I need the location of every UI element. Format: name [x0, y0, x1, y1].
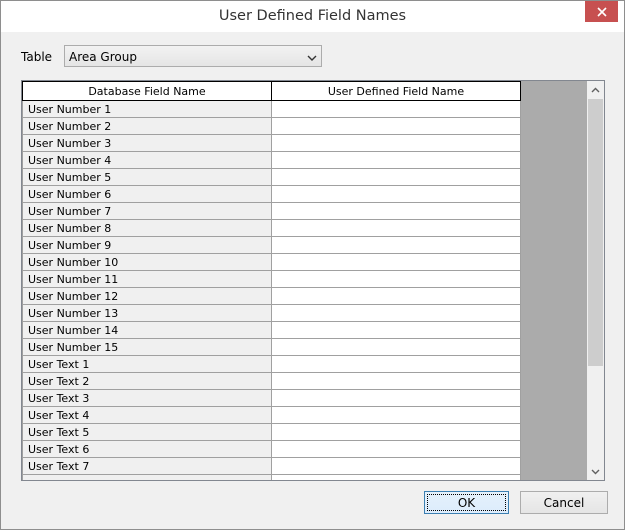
user-defined-field-name-cell[interactable] — [271, 270, 521, 288]
table-row: User Number 14 — [22, 321, 521, 339]
user-defined-field-name-cell[interactable] — [271, 134, 521, 152]
user-defined-field-name-cell[interactable] — [271, 219, 521, 237]
database-field-name-cell: User Number 4 — [22, 151, 272, 169]
user-defined-field-name-cell[interactable] — [271, 372, 521, 390]
user-defined-field-name-cell[interactable] — [271, 117, 521, 135]
user-defined-field-name-cell[interactable] — [271, 253, 521, 271]
user-defined-field-name-cell[interactable] — [271, 100, 521, 118]
table-row: User Number 2 — [22, 117, 521, 135]
table-row: User Text 3 — [22, 389, 521, 407]
close-icon — [596, 6, 607, 17]
database-field-name-cell: User Text 3 — [22, 389, 272, 407]
database-field-name-cell: User Text 5 — [22, 423, 272, 441]
user-defined-field-name-cell[interactable] — [271, 151, 521, 169]
table-row: User Number 13 — [22, 304, 521, 322]
user-defined-field-name-cell[interactable] — [271, 321, 521, 339]
field-names-grid: Database Field Name User Defined Field N… — [21, 80, 605, 481]
table-row: User Number 6 — [22, 185, 521, 203]
chevron-up-icon — [591, 83, 600, 96]
user-defined-field-name-cell[interactable] — [271, 457, 521, 475]
database-field-name-cell: User Number 7 — [22, 202, 272, 220]
user-defined-field-name-cell[interactable] — [271, 202, 521, 220]
user-defined-field-name-cell[interactable] — [271, 185, 521, 203]
vertical-scrollbar[interactable] — [587, 81, 604, 480]
table-row: User Number 11 — [22, 270, 521, 288]
user-defined-field-name-cell[interactable] — [271, 406, 521, 424]
cancel-button[interactable]: Cancel — [520, 491, 608, 514]
database-field-name-cell: User Number 2 — [22, 117, 272, 135]
table-label: Table — [21, 50, 53, 64]
table-row: User Text 6 — [22, 440, 521, 458]
grid-area: Database Field Name User Defined Field N… — [22, 81, 587, 480]
user-defined-field-name-cell[interactable] — [271, 474, 521, 480]
database-field-name-cell: User Text 1 — [22, 355, 272, 373]
table-select[interactable]: Area Group — [64, 45, 322, 67]
user-defined-field-name-cell[interactable] — [271, 168, 521, 186]
ok-button[interactable]: OK — [424, 491, 509, 514]
table-row: User Text 2 — [22, 372, 521, 390]
database-field-name-cell: User Number 12 — [22, 287, 272, 305]
table-row: User Text 4 — [22, 406, 521, 424]
table-select-value: Area Group — [69, 50, 137, 64]
user-defined-field-name-cell[interactable] — [271, 389, 521, 407]
database-field-name-cell: User Number 3 — [22, 134, 272, 152]
grid-header-row: Database Field Name User Defined Field N… — [22, 81, 521, 101]
scroll-up-button[interactable] — [587, 81, 604, 98]
cancel-button-label: Cancel — [543, 495, 585, 510]
table-row: User Text 7 — [22, 457, 521, 475]
database-field-name-cell: User Number 15 — [22, 338, 272, 356]
window-title: User Defined Field Names — [218, 8, 407, 24]
table-row: User Number 8 — [22, 219, 521, 237]
database-field-name-cell: User Number 9 — [22, 236, 272, 254]
user-defined-field-name-cell[interactable] — [271, 338, 521, 356]
table-row: User Text 1 — [22, 355, 521, 373]
database-field-name-cell: User Text 4 — [22, 406, 272, 424]
table-row: User Number 1 — [22, 100, 521, 118]
user-defined-field-name-cell[interactable] — [271, 423, 521, 441]
table-row: User Number 7 — [22, 202, 521, 220]
database-field-name-cell: User Text 6 — [22, 440, 272, 458]
database-field-name-cell: User Number 10 — [22, 253, 272, 271]
title-bar: User Defined Field Names — [1, 1, 624, 32]
table-row: User Number 10 — [22, 253, 521, 271]
chevron-down-icon — [307, 52, 317, 65]
table-row: User Number 9 — [22, 236, 521, 254]
database-field-name-cell — [22, 474, 272, 480]
user-defined-field-name-cell[interactable] — [271, 304, 521, 322]
database-field-name-cell: User Number 5 — [22, 168, 272, 186]
dialog-window: User Defined Field Names Table Area Grou… — [0, 0, 625, 530]
table-row: User Number 12 — [22, 287, 521, 305]
database-field-name-cell: User Number 8 — [22, 219, 272, 237]
scrollbar-thumb[interactable] — [588, 99, 603, 366]
table-row: User Number 3 — [22, 134, 521, 152]
database-field-name-cell: User Number 11 — [22, 270, 272, 288]
user-defined-field-name-cell[interactable] — [271, 355, 521, 373]
scroll-down-button[interactable] — [587, 463, 604, 480]
focus-rectangle — [427, 494, 506, 511]
database-field-name-cell: User Text 2 — [22, 372, 272, 390]
table-row: User Number 5 — [22, 168, 521, 186]
grid-table: Database Field Name User Defined Field N… — [22, 81, 521, 480]
user-defined-field-name-cell[interactable] — [271, 287, 521, 305]
table-row — [22, 474, 521, 480]
table-row: User Text 5 — [22, 423, 521, 441]
user-defined-field-name-cell[interactable] — [271, 440, 521, 458]
table-row: User Number 4 — [22, 151, 521, 169]
column-header-database-field-name[interactable]: Database Field Name — [22, 81, 272, 101]
chevron-down-icon — [591, 465, 600, 478]
table-row: User Number 15 — [22, 338, 521, 356]
user-defined-field-name-cell[interactable] — [271, 236, 521, 254]
grid-body: User Number 1 User Number 2 User Number 3U… — [22, 100, 521, 480]
column-header-user-defined-field-name[interactable]: User Defined Field Name — [271, 81, 521, 101]
database-field-name-cell: User Number 1 — [22, 100, 272, 118]
database-field-name-cell: User Number 14 — [22, 321, 272, 339]
database-field-name-cell: User Number 6 — [22, 185, 272, 203]
database-field-name-cell: User Text 7 — [22, 457, 272, 475]
close-button[interactable] — [585, 1, 618, 22]
database-field-name-cell: User Number 13 — [22, 304, 272, 322]
